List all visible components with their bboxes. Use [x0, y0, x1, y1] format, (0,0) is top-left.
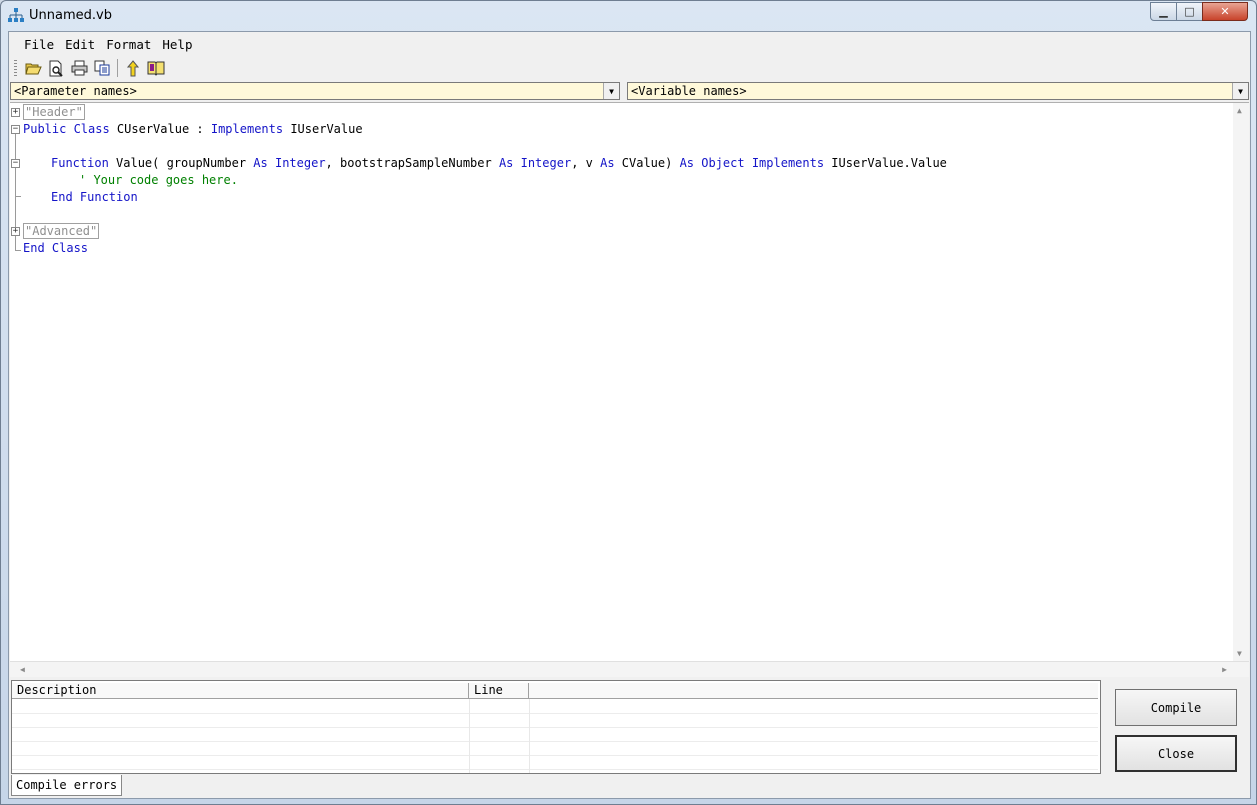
- up-arrow-icon[interactable]: [124, 59, 142, 77]
- fold-guide: [15, 168, 16, 227]
- advanced-region[interactable]: "Advanced": [23, 223, 100, 239]
- identifier: IUserValue: [283, 122, 363, 136]
- close-button[interactable]: Close: [1115, 735, 1237, 772]
- identifier: Value( groupNumber: [108, 156, 254, 170]
- column-divider: [469, 699, 470, 773]
- print-preview-icon[interactable]: [47, 59, 65, 77]
- toolbar: [9, 56, 189, 80]
- parameter-names-combo[interactable]: <Parameter names> ▼: [10, 82, 620, 100]
- identifier: , bootstrapSampleNumber: [325, 156, 499, 170]
- compile-errors-list[interactable]: Description Line: [11, 680, 1101, 774]
- code-line: "Header": [23, 104, 85, 121]
- menu-file[interactable]: File: [24, 34, 54, 54]
- identifier: CValue): [614, 156, 680, 170]
- scroll-left-icon[interactable]: ◀: [20, 665, 25, 674]
- menu-bar: File Edit Format Help: [9, 34, 192, 54]
- identifier: , v: [571, 156, 601, 170]
- maximize-button[interactable]: □: [1176, 2, 1203, 21]
- header-region[interactable]: "Header": [23, 104, 85, 120]
- table-row: [12, 742, 1098, 756]
- keyword: As Integer: [253, 156, 326, 170]
- compile-button[interactable]: Compile: [1115, 689, 1237, 726]
- fold-guide: [15, 250, 21, 251]
- code-line: Function Value( groupNumber As Integer, …: [51, 155, 947, 172]
- column-header-line[interactable]: Line: [469, 683, 529, 699]
- fold-guide: [15, 236, 16, 250]
- variable-names-value: <Variable names>: [631, 84, 747, 98]
- scroll-up-icon[interactable]: ▲: [1237, 106, 1242, 115]
- horizontal-scrollbar[interactable]: ◀ ▶: [10, 661, 1249, 677]
- toolbar-separator: [117, 59, 118, 77]
- code-line: "Advanced": [23, 223, 100, 240]
- column-divider: [529, 699, 530, 773]
- menu-edit[interactable]: Edit: [65, 34, 95, 54]
- table-row: [12, 714, 1098, 728]
- keyword: Implements: [210, 122, 284, 136]
- expand-icon[interactable]: +: [11, 108, 20, 117]
- keyword: As: [600, 156, 615, 170]
- table-row: [12, 728, 1098, 742]
- fold-guide: [15, 134, 16, 159]
- identifier: IUserValue.Value: [824, 156, 947, 170]
- menu-help[interactable]: Help: [162, 34, 192, 54]
- chevron-down-icon[interactable]: ▼: [1232, 83, 1248, 99]
- maximize-icon: □: [1184, 5, 1195, 18]
- table-row: [12, 700, 1098, 714]
- toolbar-grip[interactable]: [14, 60, 17, 76]
- keyword: Public Class: [23, 122, 110, 136]
- close-icon: ✕: [1220, 5, 1230, 18]
- scroll-down-icon[interactable]: ▼: [1237, 649, 1242, 658]
- minimize-button[interactable]: ▁: [1150, 2, 1177, 21]
- code-line: End Function: [51, 190, 138, 204]
- keyword: Function: [51, 156, 109, 170]
- window-close-button[interactable]: ✕: [1202, 2, 1248, 21]
- scroll-right-icon[interactable]: ▶: [1222, 665, 1227, 674]
- chevron-down-icon[interactable]: ▼: [603, 83, 619, 99]
- app-window: Unnamed.vb ▁ □ ✕ File Edit Format Help <…: [0, 0, 1257, 805]
- app-icon: [8, 8, 24, 22]
- code-editor[interactable]: + − − + "Header" Public Class CUserValue…: [10, 102, 1249, 677]
- minimize-icon: ▁: [1159, 5, 1168, 18]
- column-header-description[interactable]: Description: [12, 683, 469, 699]
- parameter-names-value: <Parameter names>: [14, 84, 137, 98]
- tab-compile-errors[interactable]: Compile errors: [11, 775, 122, 796]
- title-bar[interactable]: Unnamed.vb ▁ □ ✕: [1, 1, 1256, 31]
- collapse-icon[interactable]: −: [11, 159, 20, 168]
- print-icon[interactable]: [70, 59, 88, 77]
- variable-names-combo[interactable]: <Variable names> ▼: [627, 82, 1249, 100]
- code-line: End Class: [23, 241, 89, 255]
- vertical-scrollbar[interactable]: ▲ ▼: [1233, 103, 1249, 661]
- expand-icon[interactable]: +: [11, 227, 20, 236]
- fold-guide: [15, 196, 21, 197]
- keyword: As Integer: [498, 156, 572, 170]
- table-row: [12, 756, 1098, 770]
- open-folder-icon[interactable]: [24, 59, 42, 77]
- menu-format[interactable]: Format: [106, 34, 151, 54]
- window-title: Unnamed.vb: [29, 8, 112, 23]
- code-line: Public Class CUserValue : Implements IUs…: [23, 121, 363, 138]
- book-icon[interactable]: [147, 59, 165, 77]
- code-comment: ' Your code goes here.: [79, 173, 238, 187]
- client-area: File Edit Format Help <Parameter names> …: [8, 31, 1251, 799]
- copy-icon[interactable]: [93, 59, 111, 77]
- collapse-icon[interactable]: −: [11, 125, 20, 134]
- error-list-header: Description Line: [12, 683, 1098, 699]
- identifier: CUserValue :: [109, 122, 211, 136]
- keyword: As Object Implements: [679, 156, 825, 170]
